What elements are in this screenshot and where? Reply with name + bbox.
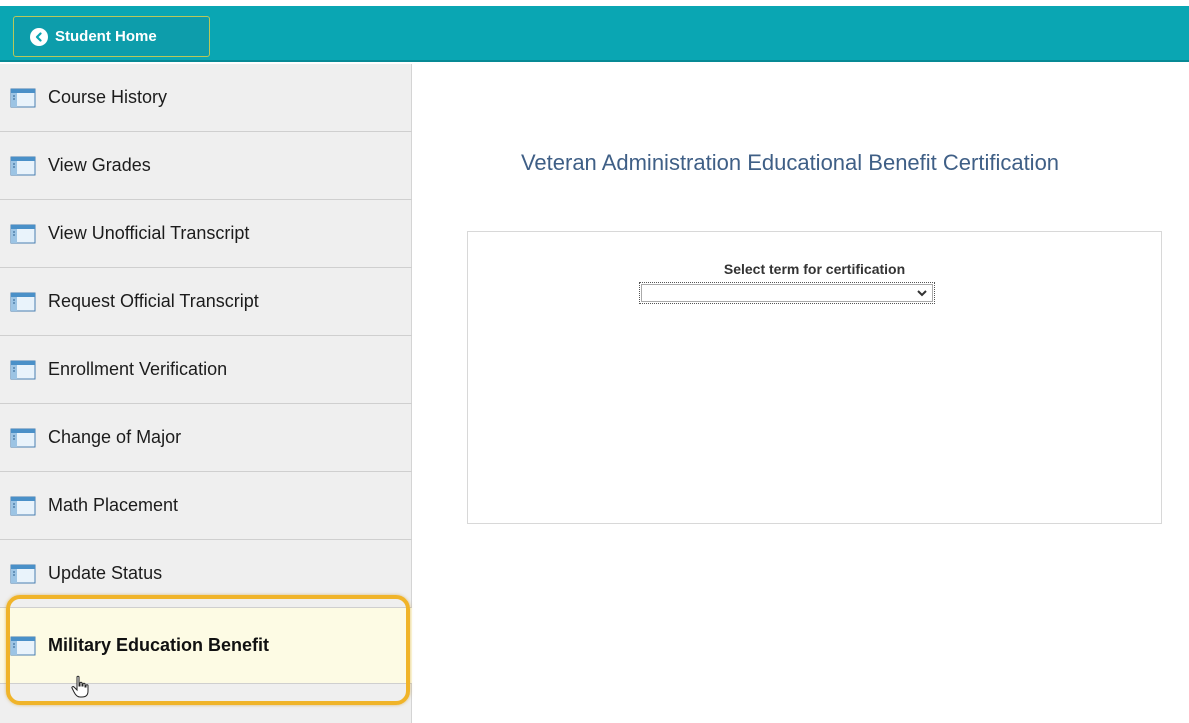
- chevron-down-icon: [917, 290, 927, 297]
- sidebar-item-math-placement[interactable]: Math Placement: [0, 472, 412, 540]
- sidebar-item-label: Update Status: [48, 563, 163, 583]
- term-select[interactable]: [639, 282, 935, 304]
- chevron-left-icon: [30, 27, 48, 46]
- sidebar-item-view-grades[interactable]: View Grades: [0, 132, 412, 200]
- page-icon: [10, 88, 36, 107]
- student-home-label: Student Home: [55, 28, 157, 45]
- term-select-label: Select term for certification: [723, 261, 906, 277]
- sidebar-item-request-official-transcript[interactable]: Request Official Transcript: [0, 268, 412, 336]
- certification-panel: Select term for certification: [467, 231, 1162, 524]
- sidebar-item-label: View Grades: [48, 155, 151, 175]
- sidebar-item-label: Enrollment Verification: [48, 359, 228, 379]
- sidebar-item-enrollment-verification[interactable]: Enrollment Verification: [0, 336, 412, 404]
- page-icon: [10, 496, 36, 515]
- student-home-button[interactable]: Student Home: [13, 16, 210, 57]
- page: Student Home Course History View Grades …: [0, 0, 1189, 723]
- page-icon: [10, 428, 36, 447]
- page-title: Veteran Administration Educational Benef…: [520, 150, 1060, 175]
- sidebar-item-label: View Unofficial Transcript: [48, 223, 250, 243]
- top-bar: Student Home: [0, 6, 1189, 62]
- page-icon: [10, 360, 36, 379]
- sidebar-item-update-status[interactable]: Update Status: [0, 540, 412, 608]
- sidebar-item-military-education-benefit[interactable]: Military Education Benefit: [0, 608, 412, 684]
- sidebar-item-view-unofficial-transcript[interactable]: View Unofficial Transcript: [0, 200, 412, 268]
- sidebar-item-label: Change of Major: [48, 427, 182, 447]
- sidebar-item-label: Math Placement: [48, 495, 179, 515]
- sidebar-item-label: Course History: [48, 87, 168, 107]
- page-icon: [10, 636, 36, 655]
- sidebar-item-label: Request Official Transcript: [48, 291, 259, 311]
- sidebar-item-label: Military Education Benefit: [48, 635, 270, 655]
- sidebar-item-change-of-major[interactable]: Change of Major: [0, 404, 412, 472]
- sidebar: Course History View Grades View Unoffici…: [0, 64, 412, 723]
- page-icon: [10, 564, 36, 583]
- page-icon: [10, 292, 36, 311]
- sidebar-item-course-history[interactable]: Course History: [0, 64, 412, 132]
- page-icon: [10, 224, 36, 243]
- page-icon: [10, 156, 36, 175]
